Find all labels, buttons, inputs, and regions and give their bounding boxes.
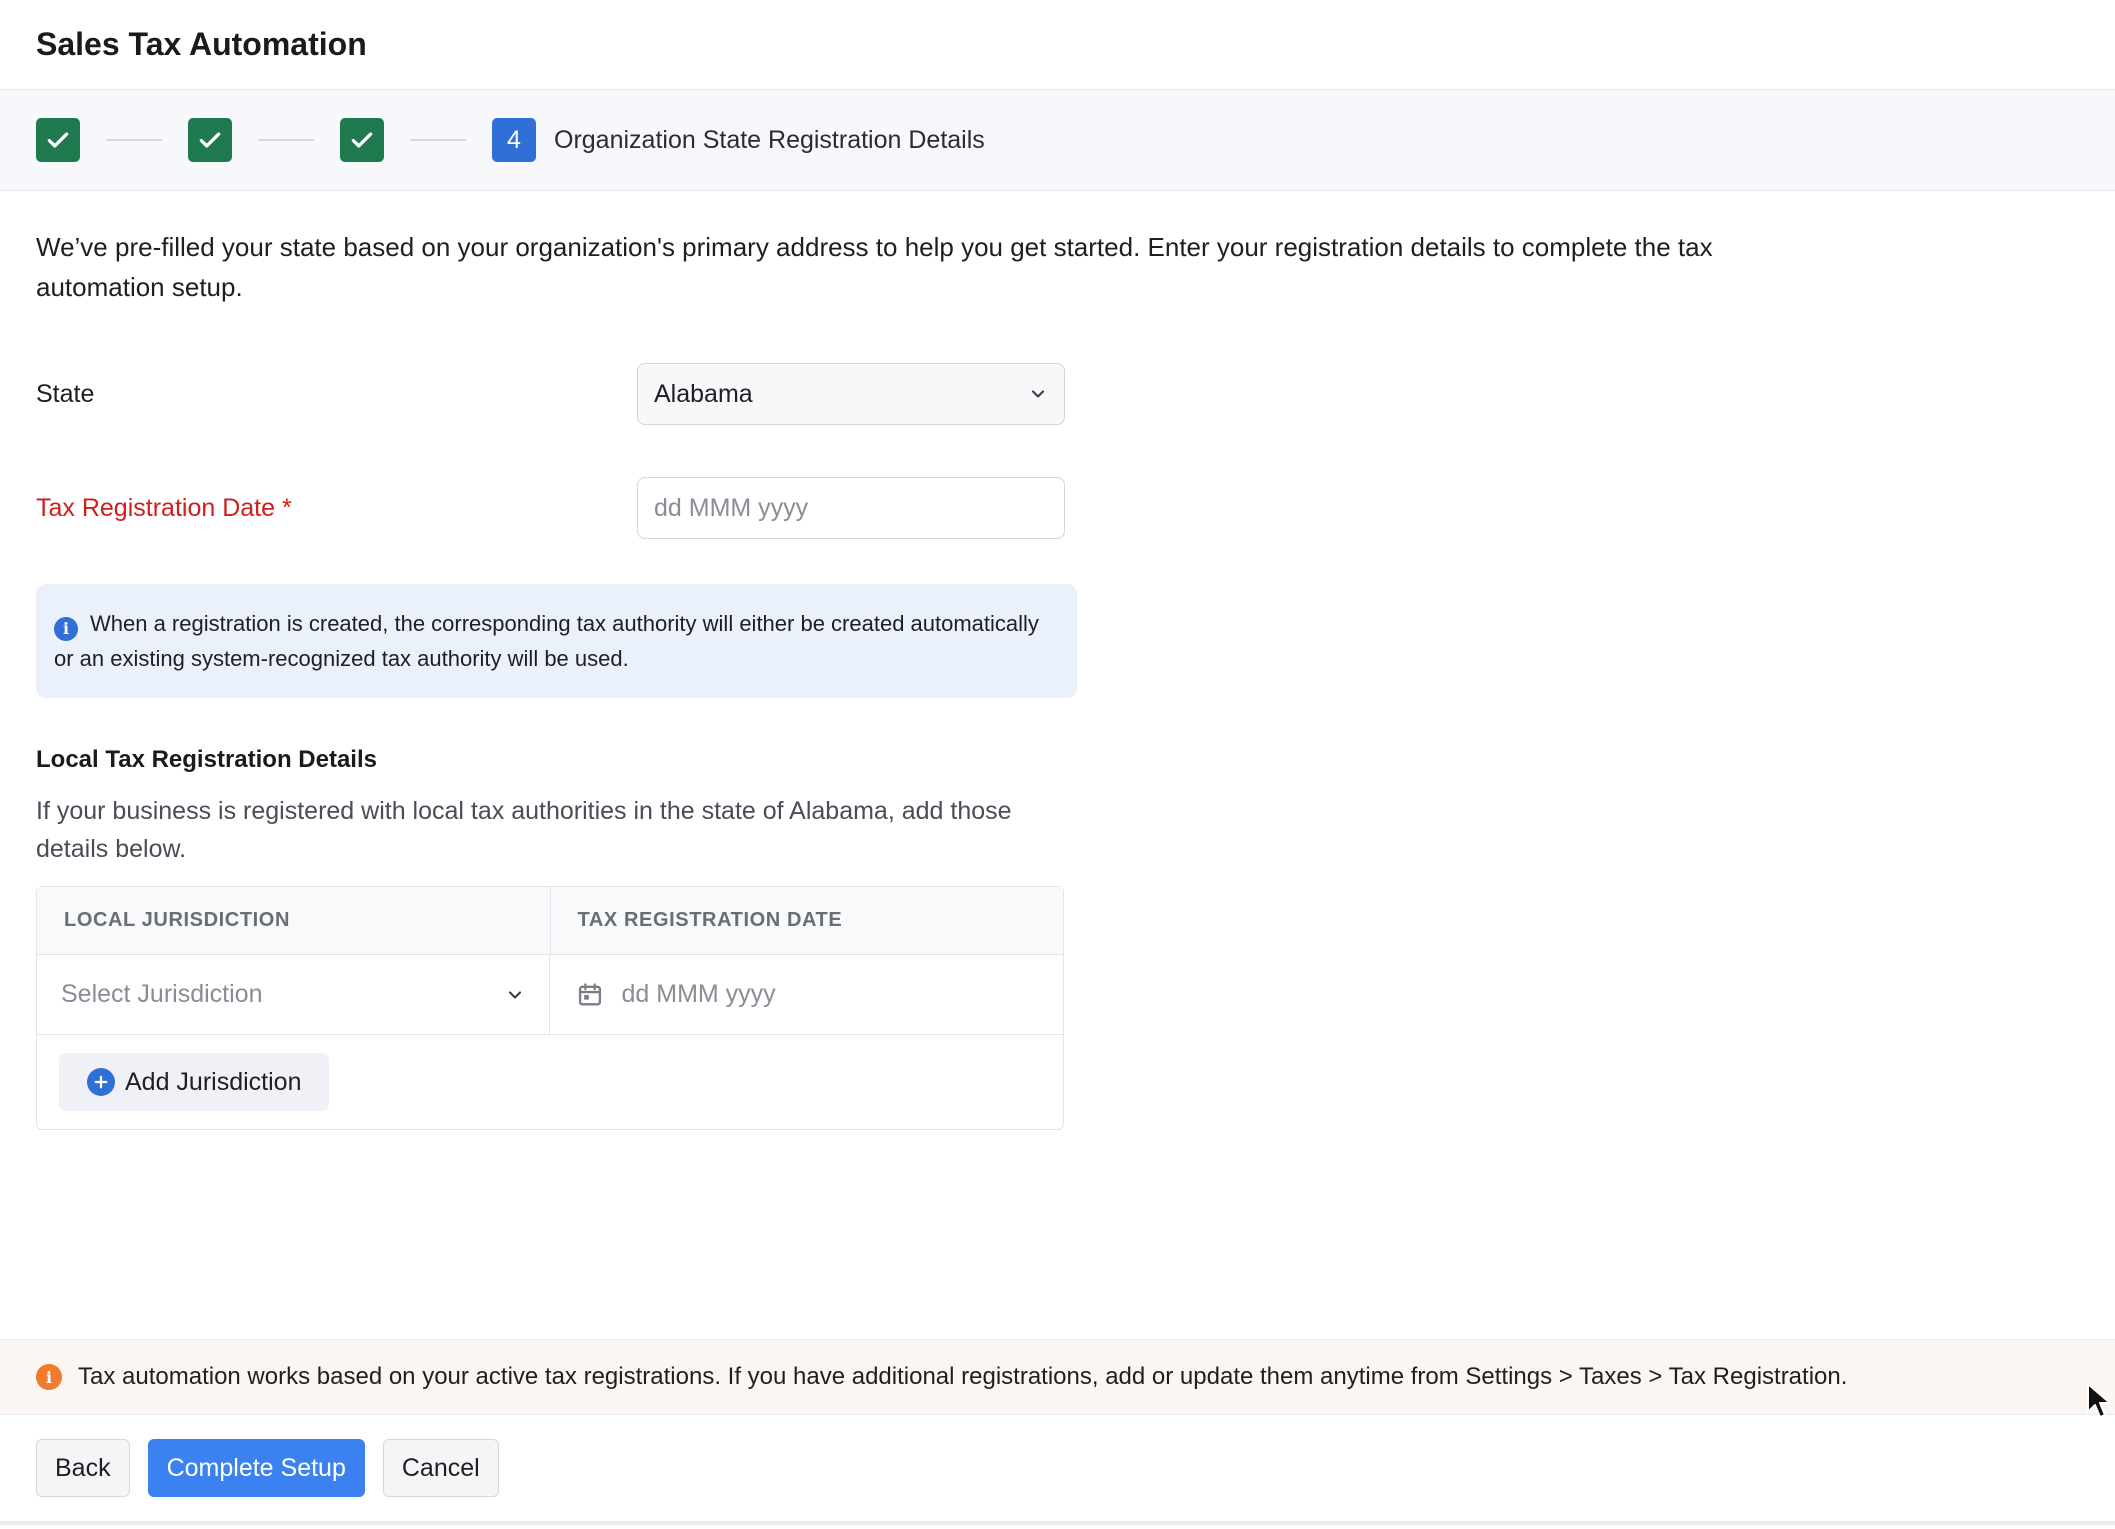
jurisdiction-placeholder: Select Jurisdiction xyxy=(61,980,263,1008)
state-label: State xyxy=(36,379,95,408)
step-2-completed[interactable] xyxy=(188,118,232,162)
notice-text: Tax automation works based on your activ… xyxy=(78,1363,1848,1390)
intro-text: We’ve pre-filled your state based on you… xyxy=(36,232,1713,302)
plus-circle-icon xyxy=(87,1068,115,1096)
page-header: Sales Tax Automation xyxy=(0,0,2115,90)
warning-icon: i xyxy=(36,1364,62,1390)
setup-stepper: 4 Organization State Registration Detail… xyxy=(0,90,2115,191)
calendar-icon[interactable] xyxy=(576,981,604,1009)
step-4-current: 4 xyxy=(492,118,536,162)
checkmark-icon xyxy=(47,132,69,148)
local-registration-date-input[interactable]: dd MMM yyyy xyxy=(548,955,1064,1034)
table-row: Select Jurisdiction dd MMM yyyy xyxy=(37,955,1063,1035)
step-1-completed[interactable] xyxy=(36,118,80,162)
checkmark-icon xyxy=(351,132,373,148)
tax-notice-banner: i Tax automation works based on your act… xyxy=(0,1339,2115,1415)
local-section-description: If your business is registered with loca… xyxy=(36,797,1012,863)
step-3-completed[interactable] xyxy=(340,118,384,162)
action-footer: Back Complete Setup Cancel xyxy=(0,1415,2115,1525)
table-footer: Add Jurisdiction xyxy=(37,1035,1063,1129)
local-jurisdiction-table: LOCAL JURISDICTION TAX REGISTRATION DATE… xyxy=(36,886,1064,1130)
complete-setup-button[interactable]: Complete Setup xyxy=(147,1439,365,1497)
info-message: i When a registration is created, the cor… xyxy=(36,584,1077,698)
back-button[interactable]: Back xyxy=(36,1439,130,1497)
local-section-title: Local Tax Registration Details xyxy=(36,746,377,773)
state-select[interactable]: Alabama xyxy=(637,363,1065,425)
registration-date-label: Tax Registration Date * xyxy=(36,493,292,522)
add-jurisdiction-button[interactable]: Add Jurisdiction xyxy=(59,1053,330,1111)
main-content: We’ve pre-filled your state based on you… xyxy=(0,191,2115,1130)
registration-date-placeholder: dd MMM yyyy xyxy=(654,493,809,522)
info-icon: i xyxy=(54,616,78,641)
step-connector xyxy=(106,139,162,141)
table-header: LOCAL JURISDICTION TAX REGISTRATION DATE xyxy=(37,887,1063,955)
chevron-down-icon xyxy=(1031,390,1045,398)
info-message-text: When a registration is created, the corr… xyxy=(54,611,1039,671)
step-connector xyxy=(258,139,314,141)
state-row: State Alabama xyxy=(36,363,2079,425)
current-step-title: Organization State Registration Details xyxy=(554,125,985,154)
column-header-jurisdiction: LOCAL JURISDICTION xyxy=(64,909,290,931)
jurisdiction-select[interactable]: Select Jurisdiction xyxy=(37,955,549,1034)
state-value: Alabama xyxy=(654,379,753,408)
column-header-registration-date: TAX REGISTRATION DATE xyxy=(549,887,1064,954)
checkmark-icon xyxy=(199,132,221,148)
chevron-down-icon xyxy=(508,990,521,999)
registration-date-row: Tax Registration Date * dd MMM yyyy xyxy=(36,477,2079,539)
step-connector xyxy=(410,139,466,141)
local-registration-date-placeholder: dd MMM yyyy xyxy=(621,980,776,1008)
page-title: Sales Tax Automation xyxy=(36,26,367,62)
registration-date-input[interactable]: dd MMM yyyy xyxy=(637,477,1065,539)
add-jurisdiction-label: Add Jurisdiction xyxy=(125,1067,302,1096)
cancel-button[interactable]: Cancel xyxy=(382,1439,499,1497)
mouse-cursor-icon xyxy=(2087,1383,2111,1418)
